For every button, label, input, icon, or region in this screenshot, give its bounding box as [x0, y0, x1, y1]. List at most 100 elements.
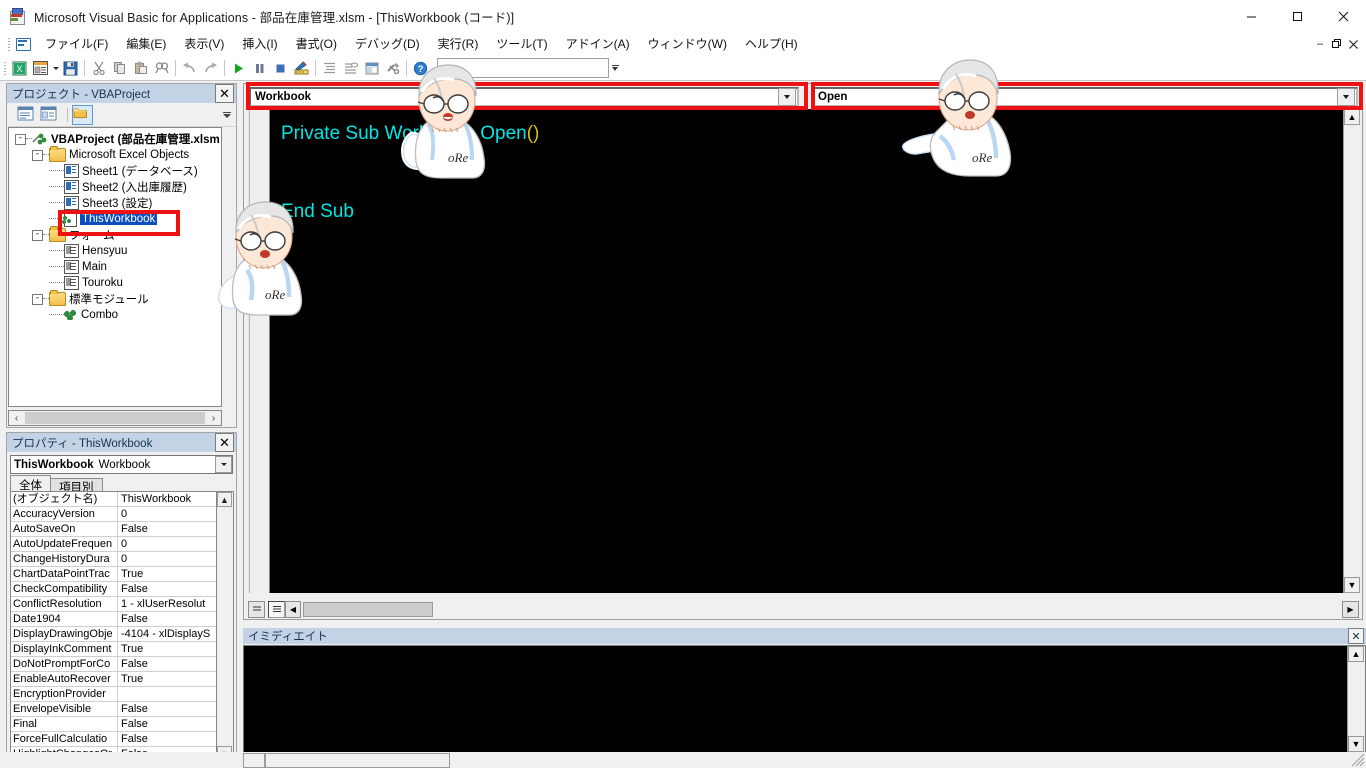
tree-item[interactable]: - VBAProject (部品在庫管理.xlsm [9, 131, 221, 147]
full-module-view-icon[interactable] [268, 601, 285, 618]
property-value[interactable]: 0 [118, 507, 216, 521]
tree-scroll-right-button[interactable]: › [206, 411, 221, 425]
property-row[interactable]: DoNotPromptForCo False [11, 657, 216, 672]
project-tree[interactable]: - VBAProject (部品在庫管理.xlsm - Microsoft Excel… [8, 127, 222, 407]
tree-scroll-left-button[interactable]: ‹ [9, 411, 24, 425]
property-row[interactable]: AccuracyVersion 0 [11, 507, 216, 522]
menu-item-edit[interactable]: 編集(E) [117, 34, 175, 55]
property-row[interactable]: EncryptionProvider [11, 687, 216, 702]
properties-combo-arrow-icon[interactable] [215, 456, 232, 473]
code-scroll-down-button[interactable]: ▼ [1344, 577, 1360, 593]
object-browser-icon[interactable] [361, 58, 382, 79]
project-tree-hscrollbar[interactable]: ‹ › [8, 410, 222, 426]
property-value[interactable]: -4104 - xlDisplayS [118, 627, 216, 641]
immediate-vscrollbar[interactable]: ▲ ▼ [1347, 646, 1365, 752]
tree-item[interactable]: Touroku [9, 275, 221, 291]
property-value[interactable]: 0 [118, 537, 216, 551]
property-value[interactable] [118, 687, 216, 701]
property-value[interactable]: False [118, 717, 216, 731]
menu-item-window[interactable]: ウィンドウ(W) [639, 34, 736, 55]
tree-item[interactable]: Sheet2 (入出庫履歴) [9, 179, 221, 195]
code-scroll-up-button[interactable]: ▲ [1344, 109, 1360, 125]
toggle-folders-icon[interactable] [72, 104, 93, 125]
tree-expander[interactable]: - [32, 149, 43, 161]
code-editor-area[interactable]: Private Sub Workbook_Open() End Sub [245, 109, 1345, 593]
property-row[interactable]: ConflictResolution 1 - xlUserResolut [11, 597, 216, 612]
property-row[interactable]: (オブジェクト名) ThisWorkbook [11, 492, 216, 507]
procedure-dropdown-arrow-icon[interactable] [1337, 88, 1355, 106]
redo-icon[interactable] [200, 58, 221, 79]
tree-item[interactable]: - フォーム [9, 226, 221, 243]
property-row[interactable]: AutoUpdateFrequen 0 [11, 537, 216, 552]
menu-item-file[interactable]: ファイル(F) [36, 34, 117, 55]
property-value[interactable]: True [118, 567, 216, 581]
vba-control-icon[interactable] [14, 35, 32, 53]
property-value[interactable]: False [118, 522, 216, 536]
property-value[interactable]: False [118, 612, 216, 626]
menu-item-tools[interactable]: ツール(T) [487, 34, 556, 55]
property-value[interactable]: True [118, 672, 216, 686]
property-value[interactable]: False [118, 732, 216, 746]
object-dropdown[interactable]: Workbook [249, 87, 799, 107]
copy-icon[interactable] [109, 58, 130, 79]
property-row[interactable]: ForceFullCalculatio False [11, 732, 216, 747]
undo-icon[interactable] [179, 58, 200, 79]
view-code-icon[interactable] [17, 106, 36, 124]
property-row[interactable]: ChangeHistoryDura 0 [11, 552, 216, 567]
tree-expander[interactable]: - [15, 133, 26, 145]
property-value[interactable]: 1 - xlUserResolut [118, 597, 216, 611]
properties-vscrollbar[interactable]: ▲ ▼ [216, 492, 233, 761]
property-row[interactable]: ChartDataPointTrac True [11, 567, 216, 582]
property-row[interactable]: Final False [11, 717, 216, 732]
properties-object-combo[interactable]: ThisWorkbook Workbook [10, 455, 233, 474]
properties-scroll-up-button[interactable]: ▲ [217, 492, 232, 507]
property-row[interactable]: CheckCompatibility False [11, 582, 216, 597]
project-explorer-close-button[interactable]: ✕ [215, 84, 234, 103]
mdi-close-button[interactable] [1345, 39, 1362, 49]
immediate-scroll-down-button[interactable]: ▼ [1348, 736, 1364, 752]
cut-icon[interactable] [88, 58, 109, 79]
immediate-input-area[interactable]: ▲ ▼ [243, 645, 1366, 753]
immediate-close-button[interactable]: ✕ [1348, 628, 1364, 644]
immediate-scroll-up-button[interactable]: ▲ [1348, 646, 1364, 662]
toolbar-overflow-button[interactable] [609, 58, 621, 79]
paste-icon[interactable] [130, 58, 151, 79]
procedure-view-icon[interactable] [248, 601, 265, 618]
find-icon[interactable] [151, 58, 172, 79]
properties-close-button[interactable]: ✕ [215, 433, 234, 452]
menu-item-view[interactable]: 表示(V) [175, 34, 233, 55]
close-button[interactable] [1320, 0, 1366, 32]
tree-scroll-thumb[interactable] [25, 412, 205, 424]
menu-item-run[interactable]: 実行(R) [429, 34, 488, 55]
property-value[interactable]: ThisWorkbook [118, 492, 216, 506]
minimize-button[interactable] [1228, 0, 1274, 32]
property-value[interactable]: False [118, 702, 216, 716]
procedure-dropdown[interactable]: Open [812, 87, 1358, 107]
tree-item[interactable]: - Microsoft Excel Objects [9, 146, 221, 163]
property-value[interactable]: 0 [118, 552, 216, 566]
tree-item[interactable]: Main [9, 259, 221, 275]
property-row[interactable]: DisplayDrawingObje -4104 - xlDisplayS [11, 627, 216, 642]
maximize-button[interactable] [1274, 0, 1320, 32]
property-row[interactable]: AutoSaveOn False [11, 522, 216, 537]
design-mode-icon[interactable] [291, 58, 312, 79]
project-explorer-overflow-button[interactable] [221, 111, 233, 118]
insert-userform-icon[interactable] [30, 58, 51, 79]
object-dropdown-arrow-icon[interactable] [778, 88, 796, 106]
menu-item-help[interactable]: ヘルプ(H) [736, 34, 807, 55]
menu-drag-handle[interactable] [3, 35, 14, 53]
view-object-icon[interactable] [40, 106, 59, 124]
reset-icon[interactable] [270, 58, 291, 79]
property-row[interactable]: EnvelopeVisible False [11, 702, 216, 717]
view-excel-icon[interactable]: X [9, 58, 30, 79]
tree-item[interactable]: Hensyuu [9, 243, 221, 259]
break-icon[interactable] [249, 58, 270, 79]
menu-item-debug[interactable]: デバッグ(D) [346, 34, 429, 55]
run-icon[interactable] [228, 58, 249, 79]
mdi-restore-button[interactable] [1328, 39, 1345, 49]
menu-item-insert[interactable]: 挿入(I) [233, 34, 286, 55]
tree-expander[interactable]: - [32, 229, 43, 241]
property-row[interactable]: DisplayInkComment True [11, 642, 216, 657]
code-vscrollbar[interactable]: ▲ ▼ [1343, 109, 1361, 593]
property-row[interactable]: Date1904 False [11, 612, 216, 627]
